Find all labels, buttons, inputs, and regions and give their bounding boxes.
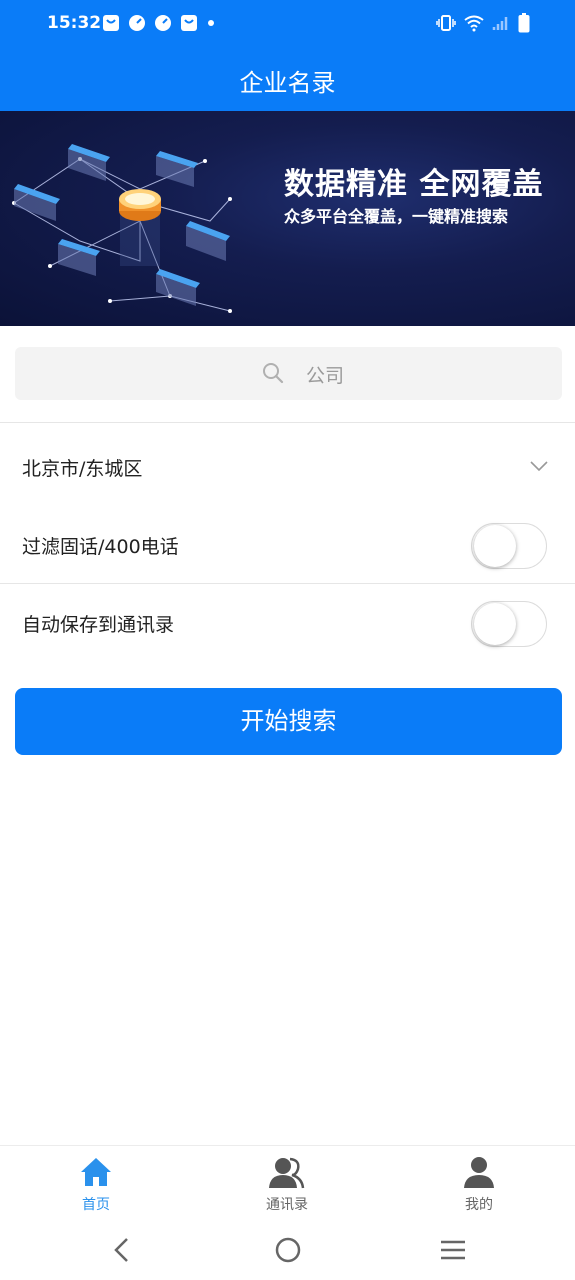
promo-banner[interactable]: 数据精准 全网覆盖 众多平台全覆盖，一键精准搜索 — [0, 111, 575, 326]
dot-icon — [208, 20, 214, 26]
status-bar: 15:32 — [0, 0, 575, 48]
tab-label: 通讯录 — [266, 1197, 308, 1213]
banner-title: 数据精准 全网覆盖 — [284, 167, 544, 202]
app-bar: 企业名录 — [0, 48, 575, 111]
menu-icon[interactable] — [438, 1235, 468, 1265]
bag-notification-icon — [103, 15, 119, 31]
banner-subtitle: 众多平台全覆盖，一键精准搜索 — [284, 207, 509, 226]
auto-save-label: 自动保存到通讯录 — [22, 614, 175, 636]
battery-icon — [518, 13, 530, 33]
home-nav-icon[interactable] — [273, 1235, 303, 1265]
data-network-illustration — [12, 144, 232, 313]
clock-app-icon — [129, 15, 145, 31]
toggle-knob — [474, 603, 516, 645]
region-label: 北京市/东城区 — [22, 458, 143, 480]
auto-save-row: 自动保存到通讯录 — [0, 594, 575, 654]
tab-home[interactable]: 首页 — [36, 1154, 156, 1214]
home-icon — [81, 1158, 111, 1186]
status-time: 15:32 — [47, 13, 102, 33]
filter-landline-toggle[interactable] — [471, 523, 547, 569]
tab-contacts[interactable]: 通讯录 — [227, 1154, 347, 1214]
tab-label: 我的 — [465, 1197, 493, 1213]
divider — [0, 583, 575, 584]
start-search-button[interactable]: 开始搜索 — [15, 688, 562, 755]
search-placeholder: 公司 — [306, 365, 345, 387]
notification-icons — [102, 14, 216, 32]
system-nav-bar — [0, 1223, 575, 1280]
divider — [0, 422, 575, 423]
bottom-tab-bar: 首页 通讯录 我的 — [0, 1145, 575, 1223]
search-input[interactable]: 公司 — [15, 347, 562, 400]
filter-landline-label: 过滤固话/400电话 — [22, 536, 179, 558]
toggle-knob — [474, 525, 516, 567]
back-icon[interactable] — [110, 1235, 134, 1265]
contacts-icon — [269, 1157, 305, 1189]
search-icon — [262, 362, 284, 388]
page-title: 企业名录 — [239, 69, 336, 97]
wifi-icon — [464, 15, 484, 32]
profile-icon — [464, 1157, 494, 1188]
auto-save-toggle[interactable] — [471, 601, 547, 647]
vibrate-icon — [436, 15, 456, 31]
region-selector[interactable]: 北京市/东城区 — [0, 438, 575, 498]
signal-icon — [492, 17, 508, 30]
filter-landline-row: 过滤固话/400电话 — [0, 516, 575, 576]
clock-app-icon — [155, 15, 171, 31]
tab-label: 首页 — [82, 1197, 110, 1213]
system-icons — [436, 13, 530, 33]
bag-notification-icon — [181, 15, 197, 31]
tab-profile[interactable]: 我的 — [419, 1154, 539, 1214]
chevron-down-icon — [529, 458, 549, 477]
